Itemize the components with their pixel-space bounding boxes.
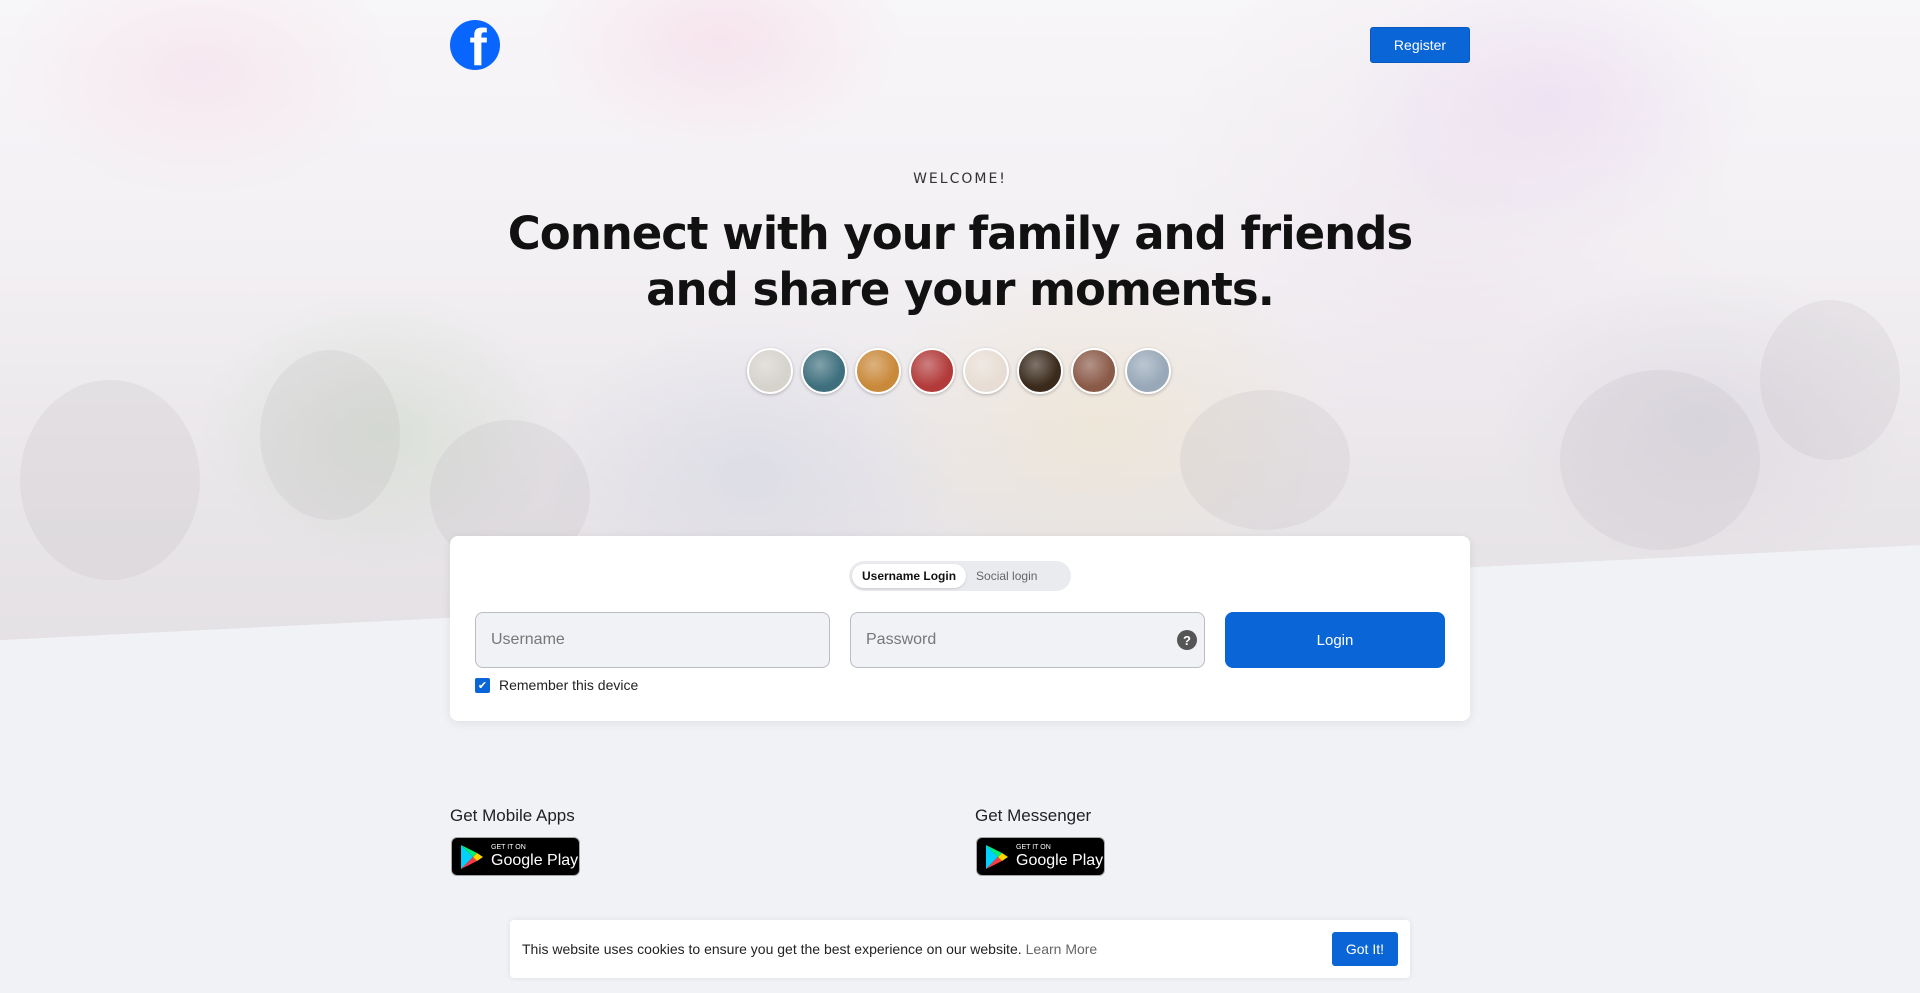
remember-checkbox[interactable]: ✔ [475, 677, 490, 693]
google-play-icon [986, 844, 1008, 869]
google-play-badge-apps[interactable]: GET IT ON Google Play [451, 837, 580, 876]
cookie-message: This website uses cookies to ensure you … [522, 941, 1022, 957]
accept-cookies-button[interactable]: Got It! [1331, 932, 1398, 966]
password-input[interactable] [850, 612, 1205, 668]
tab-social-login[interactable]: Social login [966, 564, 1047, 588]
avatar[interactable] [855, 348, 901, 394]
avatar[interactable] [963, 348, 1009, 394]
avatar[interactable] [1017, 348, 1063, 394]
badge-small-text: GET IT ON [1016, 843, 1051, 851]
badge-big-text: Google Play [491, 851, 579, 869]
badge-small-text: GET IT ON [491, 843, 526, 851]
learn-more-link[interactable]: Learn More [1026, 941, 1098, 957]
avatar[interactable] [1125, 348, 1171, 394]
login-tabs: Username Login Social login [849, 561, 1071, 591]
google-play-icon [461, 844, 483, 869]
login-button[interactable]: Login [1225, 612, 1445, 668]
help-icon[interactable]: ? [1177, 630, 1197, 650]
avatar[interactable] [909, 348, 955, 394]
page-title: Connect with your family and friends and… [460, 206, 1460, 318]
avatar[interactable] [747, 348, 793, 394]
avatar[interactable] [801, 348, 847, 394]
welcome-label: WELCOME! [913, 171, 1007, 187]
facebook-logo-icon[interactable]: f [450, 20, 500, 70]
tab-username-login[interactable]: Username Login [852, 564, 967, 588]
mobile-apps-title: Get Mobile Apps [450, 806, 575, 825]
google-play-badge-messenger[interactable]: GET IT ON Google Play [976, 837, 1105, 876]
avatar[interactable] [1071, 348, 1117, 394]
headline-line-1: Connect with your family and friends [507, 207, 1413, 260]
login-card: Username Login Social login ? Login ✔ Re… [450, 536, 1470, 721]
messenger-title: Get Messenger [975, 806, 1092, 825]
avatar-row [747, 348, 1171, 394]
cookie-banner: This website uses cookies to ensure you … [510, 920, 1410, 978]
badge-big-text: Google Play [1016, 851, 1104, 869]
username-input[interactable] [475, 612, 830, 668]
register-button[interactable]: Register [1370, 27, 1470, 63]
headline-line-2: and share your moments. [646, 263, 1275, 316]
remember-device[interactable]: ✔ Remember this device [475, 677, 638, 693]
remember-label: Remember this device [499, 677, 639, 693]
